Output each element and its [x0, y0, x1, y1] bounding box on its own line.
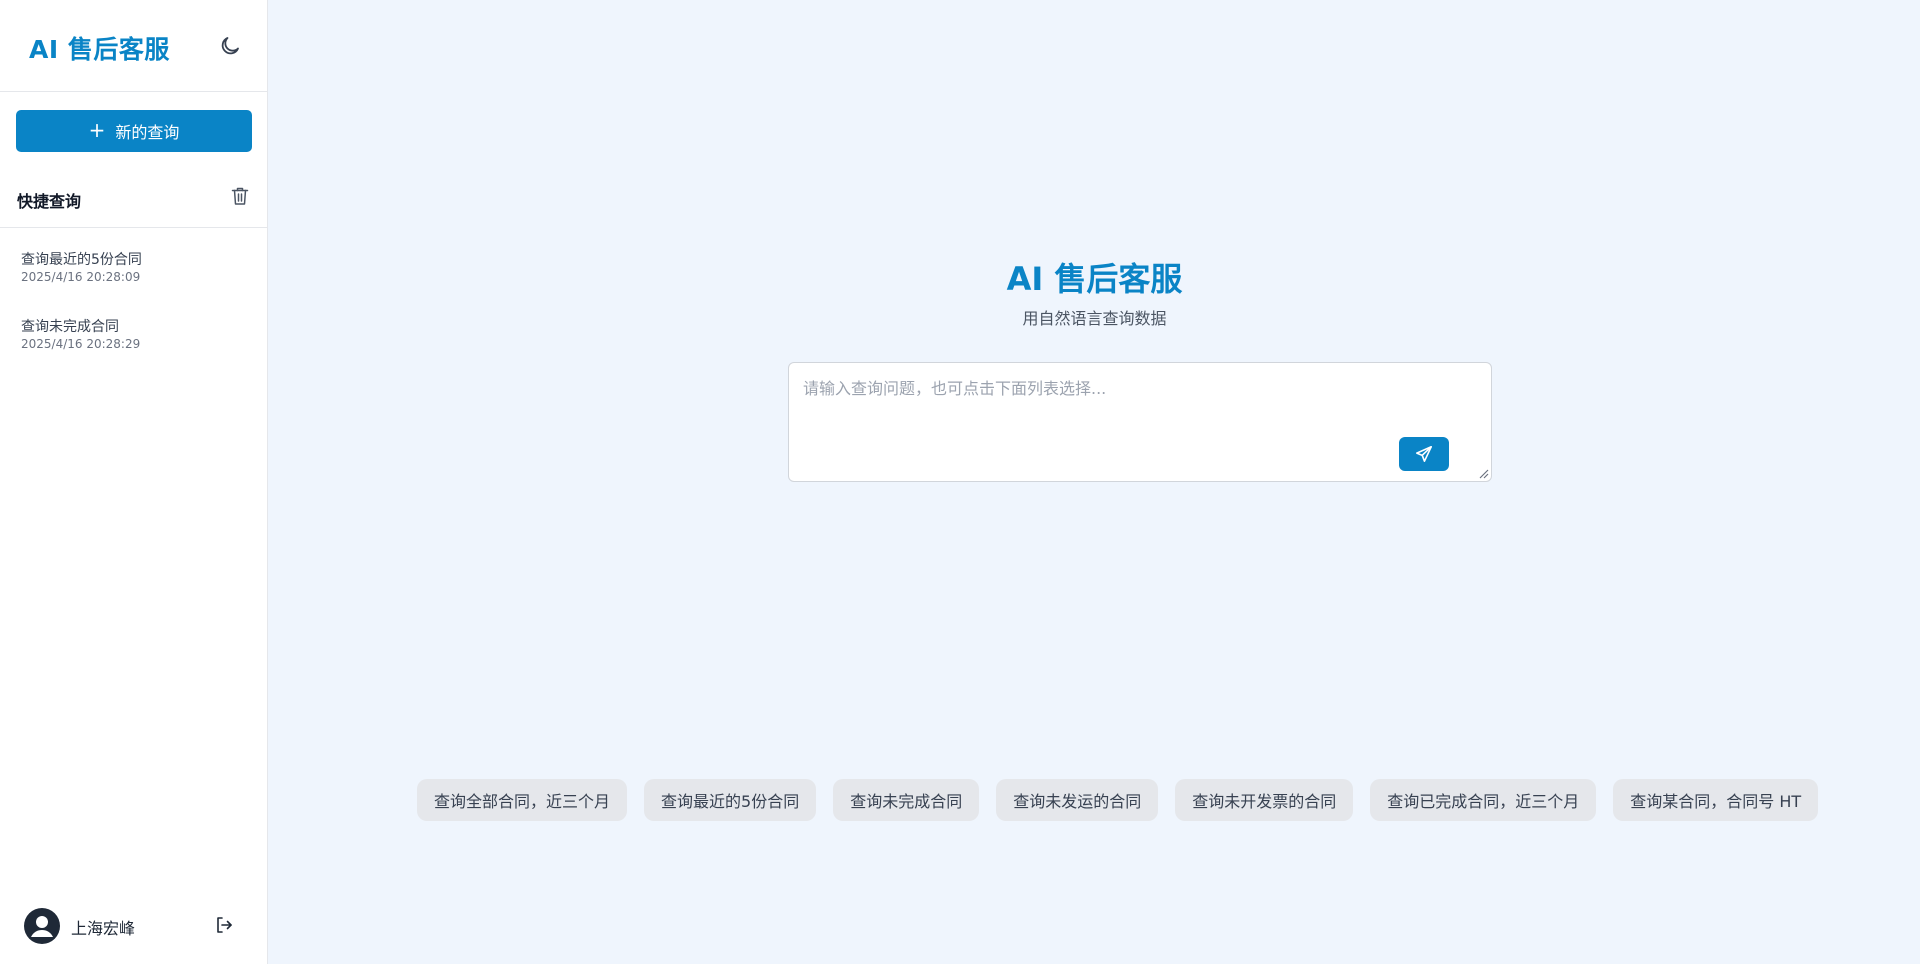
moon-icon	[221, 37, 239, 55]
suggestion-chip[interactable]: 查询最近的5份合同	[644, 779, 817, 821]
sidebar-header: AI 售后客服	[0, 0, 267, 92]
main-area: AI 售后客服 用自然语言查询数据 查询全部合同，近三个月 查询最近的5份合同 …	[269, 0, 1920, 964]
brand-title: AI 售后客服	[29, 35, 170, 64]
suggestion-chip[interactable]: 查询已完成合同，近三个月	[1370, 779, 1597, 821]
clear-history-button[interactable]	[231, 186, 251, 208]
logout-button[interactable]	[214, 915, 234, 935]
logout-icon	[217, 917, 232, 933]
suggestion-chip[interactable]: 查询未完成合同	[833, 779, 980, 821]
send-button[interactable]	[1399, 437, 1449, 471]
paper-plane-icon	[1415, 445, 1433, 463]
user-name: 上海宏峰	[71, 919, 136, 938]
user-avatar-icon	[24, 908, 60, 944]
user-area: 上海宏峰	[0, 900, 268, 952]
main-title: AI 售后客服	[1006, 260, 1183, 298]
new-query-button[interactable]: + 新的查询	[16, 110, 252, 152]
resize-handle-icon[interactable]	[1477, 467, 1489, 479]
quick-query-title: 快捷查询	[17, 192, 82, 211]
sidebar: AI 售后客服 + 新的查询 快捷查询 查询最近的5份合同 2025/4/16 …	[0, 0, 268, 964]
suggestion-list: 查询全部合同，近三个月 查询最近的5份合同 查询未完成合同 查询未发运的合同 查…	[417, 779, 1819, 821]
query-box	[788, 362, 1492, 482]
suggestion-chip[interactable]: 查询未开发票的合同	[1175, 779, 1354, 821]
new-query-label: 新的查询	[115, 123, 180, 142]
query-input[interactable]	[789, 363, 1491, 481]
suggestion-chip[interactable]: 查询未发运的合同	[996, 779, 1159, 821]
suggestion-chip[interactable]: 查询某合同，合同号 HT	[1613, 779, 1819, 821]
theme-toggle-button[interactable]	[216, 32, 244, 60]
suggestion-chip[interactable]: 查询全部合同，近三个月	[417, 779, 628, 821]
trash-icon	[231, 187, 249, 205]
main-subtitle: 用自然语言查询数据	[1022, 309, 1167, 328]
history-item-time: 2025/4/16 20:28:29	[21, 337, 141, 351]
quick-query-header: 快捷查询	[0, 178, 268, 228]
plus-icon: +	[88, 118, 106, 142]
